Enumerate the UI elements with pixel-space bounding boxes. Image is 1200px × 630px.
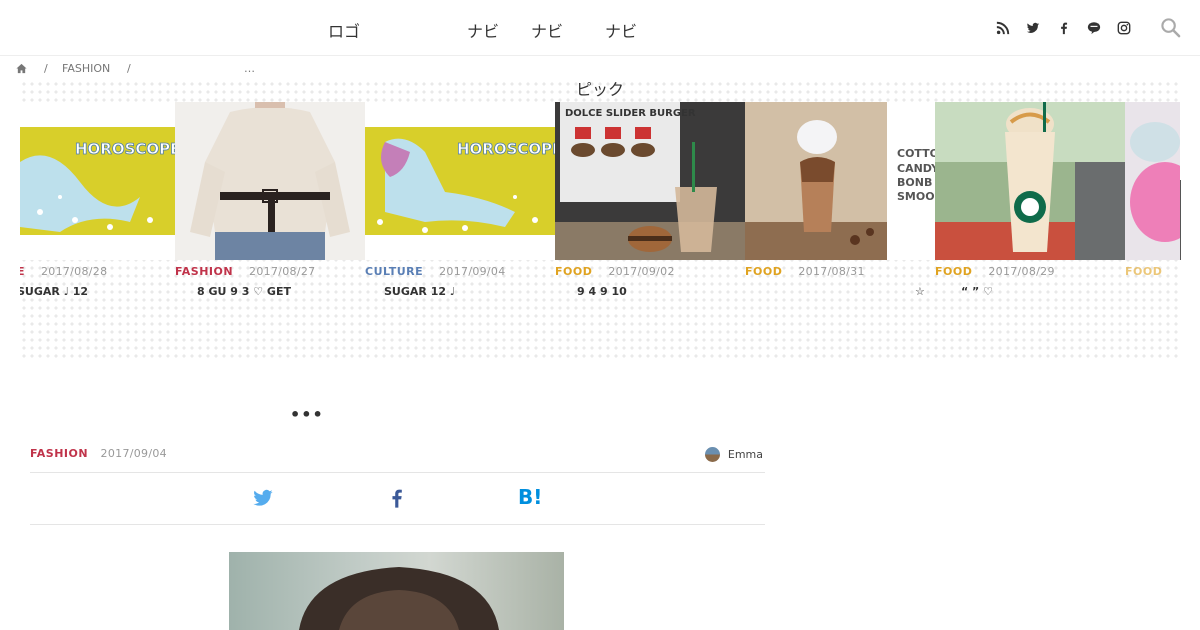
slider-next-arrow[interactable] <box>1180 180 1181 260</box>
svg-text:CANDY: CANDY <box>897 162 935 175</box>
card-category: FASHION <box>175 265 234 278</box>
card-date: 2017/08/29 <box>988 265 1055 278</box>
avatar <box>704 447 720 462</box>
slider-card[interactable]: FOOD 2017/08/29 “ ” ♡ <box>935 102 1125 312</box>
twitter-icon[interactable] <box>252 487 274 513</box>
card-thumbnail <box>935 102 1125 260</box>
slider-card[interactable]: DOLCE SLIDER BURGER FOOD 2017/09/02 9 4 9… <box>555 102 745 312</box>
slider-card[interactable]: FASHION 2017/08/27 8 GU 9 3 ♡ GET <box>175 102 365 312</box>
card-title: “ ” ♡ <box>961 285 993 298</box>
card-meta: FOOD 2017/09/02 <box>555 265 675 278</box>
nav-item-3[interactable]: ナビ <box>605 18 637 42</box>
card-meta: FASHION 2017/08/27 <box>175 265 315 278</box>
svg-text:HOROSCOPE: HOROSCOPE <box>75 140 175 158</box>
card-category: FOOD <box>745 265 783 278</box>
slider-card[interactable]: HOROSCOPE CULTURE 2017/09/04 SUGAR 12 ♩ <box>365 102 555 312</box>
card-category: RE <box>20 265 25 278</box>
site-header: ロゴ ナビ ナビ ナビ <box>0 0 1200 56</box>
card-meta: CULTURE 2017/09/04 <box>365 265 506 278</box>
slider-card[interactable]: COTTO CANDY BONB SMOO FOOD 2017/08/31 ☆ <box>745 102 935 312</box>
card-meta: FOOD 2017/08/31 <box>745 265 865 278</box>
line-icon[interactable] <box>1087 20 1103 36</box>
author-name: Emma <box>727 448 763 461</box>
hatena-bookmark-icon[interactable]: B! <box>518 485 542 509</box>
article-title: ••• <box>290 405 324 424</box>
card-date: 2017/09/02 <box>608 265 675 278</box>
card-thumbnail <box>175 102 365 260</box>
article-hero-image <box>229 552 564 630</box>
card-title: SUGAR ♩ 12 <box>20 285 89 298</box>
slider-card[interactable]: FOOD <box>1125 102 1180 312</box>
card-title: SUGAR 12 ♩ <box>384 285 456 298</box>
card-category: FOOD <box>935 265 973 278</box>
facebook-icon[interactable] <box>1057 20 1073 36</box>
card-meta: FOOD <box>1125 265 1162 278</box>
article-meta: FASHION 2017/09/04 Emma <box>30 447 765 473</box>
home-icon[interactable] <box>16 63 27 77</box>
article-category[interactable]: FASHION <box>30 447 88 460</box>
search-icon[interactable] <box>1160 17 1182 39</box>
card-title: 9 4 9 10 <box>577 285 627 298</box>
card-meta: FOOD 2017/08/29 <box>935 265 1055 278</box>
article-author[interactable]: Emma <box>704 447 763 462</box>
breadcrumb-current: … <box>244 62 255 75</box>
card-thumbnail <box>1125 102 1180 260</box>
nav-item-2[interactable]: ナビ <box>531 18 563 42</box>
site-logo[interactable]: ロゴ <box>328 18 360 42</box>
card-date: 2017/08/27 <box>249 265 316 278</box>
card-title: ☆ <box>915 285 925 298</box>
breadcrumb-separator: / <box>44 62 48 75</box>
svg-text:HOROSCOPE: HOROSCOPE <box>457 140 555 158</box>
svg-text:SMOO: SMOO <box>897 190 935 203</box>
nav-item-1[interactable]: ナビ <box>467 18 499 42</box>
card-thumbnail: HOROSCOPE <box>365 102 555 260</box>
card-category: FOOD <box>1125 265 1163 278</box>
card-date: 2017/08/28 <box>40 265 108 278</box>
card-thumbnail: DOLCE SLIDER BURGER <box>555 102 745 260</box>
rss-icon[interactable] <box>996 20 1012 36</box>
card-category: FOOD <box>555 265 593 278</box>
svg-text:BONB: BONB <box>897 176 932 189</box>
card-date: 2017/09/04 <box>439 265 506 278</box>
slider-card[interactable]: HOROSCOPE RE 2017/08/28 SUGAR ♩ 12 <box>20 102 175 312</box>
share-bar: B! <box>30 473 765 525</box>
breadcrumb-separator: / <box>127 62 131 75</box>
card-date: 2017/08/31 <box>798 265 865 278</box>
instagram-icon[interactable] <box>1117 20 1133 36</box>
svg-text:COTTO: COTTO <box>897 147 935 160</box>
card-category: CULTURE <box>365 265 424 278</box>
article-date: 2017/09/04 <box>100 447 167 460</box>
card-thumbnail: HOROSCOPE <box>20 102 175 260</box>
breadcrumb-category[interactable]: FASHION <box>62 62 110 75</box>
twitter-icon[interactable] <box>1026 20 1042 36</box>
card-meta: RE 2017/08/28 <box>20 265 107 278</box>
card-title: 8 GU 9 3 ♡ GET <box>197 285 291 298</box>
card-thumbnail: COTTO CANDY BONB SMOO <box>745 102 935 260</box>
svg-text:DOLCE SLIDER BURGER: DOLCE SLIDER BURGER <box>565 108 696 119</box>
facebook-icon[interactable] <box>386 487 408 513</box>
slider-title: ピック <box>575 80 624 99</box>
